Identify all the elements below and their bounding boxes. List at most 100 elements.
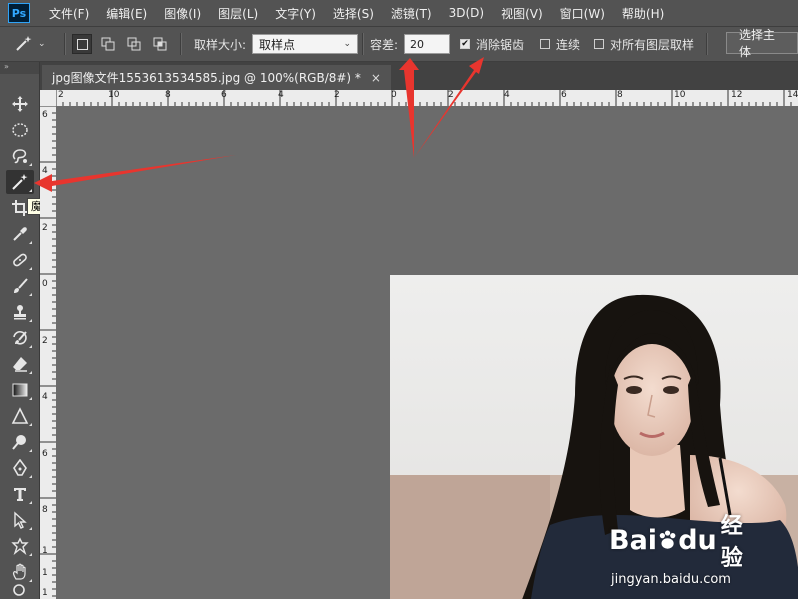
more-tools-indicator [29, 449, 32, 452]
divider [706, 33, 708, 55]
blur-icon [11, 407, 29, 424]
healing-brush-tool[interactable] [6, 248, 34, 272]
contiguous-label: 连续 [556, 37, 581, 52]
move-tool[interactable] [6, 92, 34, 116]
sample-size-label: 取样大小: [194, 37, 247, 52]
eraser-tool[interactable] [6, 352, 34, 376]
hand-tool[interactable] [6, 560, 34, 584]
hand-icon [13, 563, 26, 580]
ruler-origin[interactable] [40, 90, 56, 106]
collapse-panel-icon[interactable]: » [0, 62, 39, 74]
zoom-tool[interactable] [6, 584, 34, 598]
ruler-label: 2 [448, 90, 454, 100]
paw-icon [659, 530, 676, 549]
lasso-icon [12, 149, 27, 164]
type-icon [14, 488, 26, 501]
tolerance-label: 容差: [370, 37, 399, 52]
dodge-icon [12, 435, 26, 450]
contiguous-checkbox[interactable] [540, 39, 550, 49]
horizontal-ruler[interactable]: 2 10 8 6 4 2 0 2 4 6 8 10 12 14 [56, 90, 798, 106]
ruler-ticks [40, 106, 56, 597]
ruler-label: 4 [504, 90, 510, 100]
custom-shape-tool[interactable] [6, 534, 34, 558]
more-tools-indicator [29, 397, 32, 400]
menu-3d[interactable]: 3D(D) [438, 6, 490, 20]
menu-type[interactable]: 文字(Y) [264, 5, 322, 22]
ruler-label: 12 [731, 90, 743, 100]
menu-edit[interactable]: 编辑(E) [95, 5, 153, 22]
eraser-icon [13, 357, 27, 372]
document-tab[interactable]: jpg图像文件1553613534585.jpg @ 100%(RGB/8#) … [42, 65, 391, 90]
ruler-label: 8 [42, 505, 48, 515]
history-brush-tool[interactable] [6, 326, 34, 350]
vertical-ruler[interactable]: 6 4 2 0 2 4 6 8 1 1 1 [40, 106, 56, 599]
ruler-label: 2 [42, 223, 48, 233]
menu-layer[interactable]: 图层(L) [207, 5, 264, 22]
history-brush-icon [13, 330, 27, 345]
ruler-label: 1 [42, 546, 48, 556]
magic-wand-tool[interactable] [6, 170, 34, 194]
lasso-tool[interactable] [6, 144, 34, 168]
bandage-icon [13, 253, 27, 267]
subtract-from-selection-button[interactable] [124, 34, 144, 54]
pen-icon [13, 459, 27, 476]
document-tab-bar: jpg图像文件1553613534585.jpg @ 100%(RGB/8#) … [40, 62, 798, 90]
sample-all-layers-checkbox[interactable] [594, 39, 604, 49]
menu-help[interactable]: 帮助(H) [611, 5, 670, 22]
chevron-down-icon: ⌄ [343, 39, 352, 49]
select-subject-button[interactable]: 选择主体 [726, 28, 798, 59]
more-tools-indicator [29, 527, 32, 530]
more-tools-indicator [29, 319, 32, 322]
divider [362, 33, 364, 55]
ruler-label: 4 [42, 166, 48, 176]
antialias-checkbox[interactable]: ✔ [460, 39, 470, 49]
new-selection-button[interactable] [72, 34, 92, 54]
move-icon [12, 96, 28, 112]
intersect-selection-button[interactable] [150, 34, 170, 54]
add-to-selection-button[interactable] [98, 34, 118, 54]
more-tools-indicator [29, 293, 32, 296]
eyedropper-tool[interactable] [6, 222, 34, 246]
new-selection-icon [76, 38, 88, 50]
sample-all-layers-label: 对所有图层取样 [610, 37, 695, 52]
menu-file[interactable]: 文件(F) [38, 5, 95, 22]
antialias-label: 消除锯齿 [476, 37, 525, 52]
stamp-icon [14, 305, 26, 320]
type-tool[interactable] [6, 482, 34, 506]
pen-tool[interactable] [6, 456, 34, 480]
gradient-tool[interactable] [6, 378, 34, 402]
ruler-label: 1 [42, 588, 48, 598]
zoom-icon [13, 584, 25, 596]
ruler-label: 0 [391, 90, 397, 100]
tolerance-input[interactable] [404, 34, 451, 54]
custom-shape-icon [11, 537, 29, 555]
watermark-brand-suffix: du [678, 524, 717, 556]
brush-icon [14, 278, 28, 293]
more-tools-indicator [29, 371, 32, 374]
close-icon[interactable]: × [371, 71, 381, 85]
subtract-selection-icon [127, 37, 141, 51]
menu-view[interactable]: 视图(V) [490, 5, 549, 22]
menu-image[interactable]: 图像(I) [153, 5, 207, 22]
more-tools-indicator [29, 267, 32, 270]
ruler-label: 8 [165, 90, 171, 100]
elliptical-marquee-icon [12, 123, 28, 137]
clone-stamp-tool[interactable] [6, 300, 34, 324]
menu-select[interactable]: 选择(S) [322, 5, 380, 22]
more-tools-indicator [29, 163, 32, 166]
sample-size-select[interactable]: 取样点 ⌄ [252, 34, 359, 54]
ruler-label: 14 [787, 90, 798, 100]
brush-tool[interactable] [6, 274, 34, 298]
menu-window[interactable]: 窗口(W) [549, 5, 611, 22]
blur-tool[interactable] [6, 404, 34, 428]
path-selection-tool[interactable] [6, 508, 34, 532]
photoshop-logo: Ps [8, 3, 30, 23]
magic-wand-icon [12, 174, 28, 190]
marquee-tool[interactable] [6, 118, 34, 142]
dodge-tool[interactable] [6, 430, 34, 454]
menu-filter[interactable]: 滤镜(T) [380, 5, 438, 22]
tool-preset-picker[interactable]: ⌄ [14, 34, 60, 54]
menu-bar: Ps 文件(F) 编辑(E) 图像(I) 图层(L) 文字(Y) 选择(S) 滤… [0, 0, 798, 26]
ruler-label: 6 [42, 449, 48, 459]
document-title: jpg图像文件1553613534585.jpg @ 100%(RGB/8#) … [52, 71, 361, 85]
